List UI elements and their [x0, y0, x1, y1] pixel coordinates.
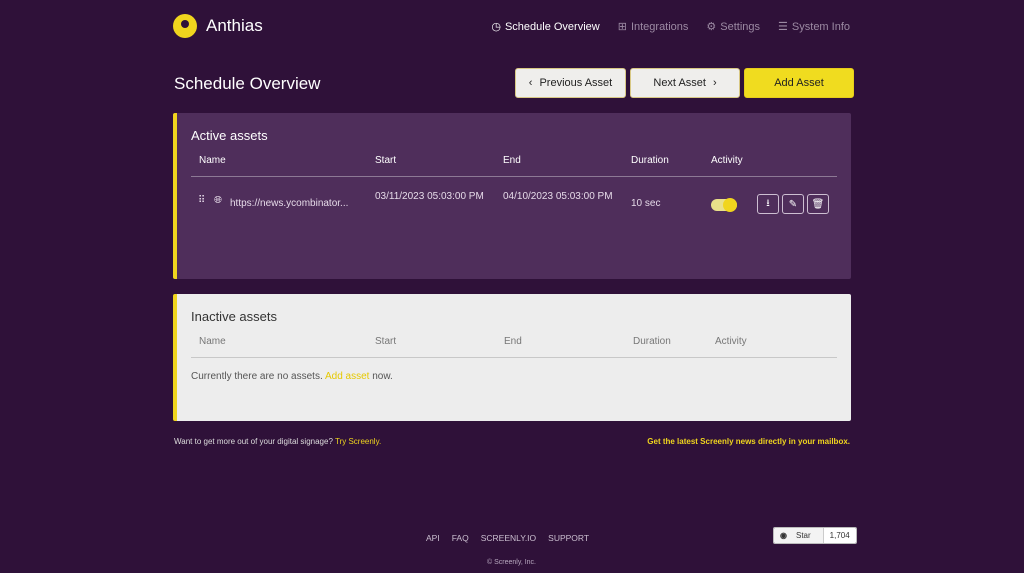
brand-name: Anthias: [206, 16, 263, 35]
button-label: Add Asset: [774, 77, 824, 89]
page-title: Schedule Overview: [174, 74, 321, 93]
download-button[interactable]: ⭳: [757, 194, 779, 214]
previous-asset-button[interactable]: ‹ Previous Asset: [515, 68, 626, 98]
newsletter-link[interactable]: Get the latest Screenly news directly in…: [647, 437, 850, 446]
next-asset-button[interactable]: Next Asset ›: [630, 68, 740, 98]
asset-name: https://news.ycombinator...: [230, 198, 349, 209]
nav-label: System Info: [791, 20, 850, 33]
active-assets-panel: Active assets Name Start End Duration Ac…: [173, 113, 851, 279]
asset-start: 03/11/2023 05:03:00 PM: [375, 191, 484, 202]
table-header: Name Start End Duration Activity: [191, 155, 837, 177]
github-icon: ◉: [780, 531, 787, 540]
nav-schedule-overview[interactable]: ◷ Schedule Overview: [491, 20, 600, 34]
copyright: © Screenly, Inc.: [487, 559, 536, 566]
top-nav: ◷ Schedule Overview ⊞ Integrations ⚙ Settin…: [491, 20, 850, 34]
col-name: Name: [199, 336, 226, 347]
col-activity: Activity: [711, 155, 743, 166]
col-start: Start: [375, 155, 397, 166]
inactive-assets-panel: Inactive assets Name Start End Duration …: [173, 294, 851, 421]
table-row: ⠿ 🌐︎ https://news.ycombinator... 03/11/2…: [191, 185, 837, 225]
asset-end: 04/10/2023 05:03:00 PM: [503, 191, 613, 202]
col-end: End: [503, 155, 521, 166]
panel-title: Active assets: [191, 128, 268, 143]
empty-text: Currently there are no assets.: [191, 371, 323, 382]
star-label: Star: [789, 531, 817, 540]
footer-link-faq[interactable]: FAQ: [452, 533, 469, 543]
github-star-button[interactable]: ◉ Star 1,704: [773, 527, 857, 544]
add-asset-button[interactable]: Add Asset: [744, 68, 854, 98]
delete-button[interactable]: 🗑︎: [807, 194, 829, 214]
anthias-logo-icon: [173, 14, 197, 38]
footer-link-api[interactable]: API: [426, 533, 440, 543]
empty-message: Currently there are no assets. Add asset…: [191, 371, 393, 382]
button-label: Next Asset: [653, 77, 706, 89]
drag-handle-icon[interactable]: ⠿: [198, 195, 205, 206]
empty-text-end: now.: [372, 371, 393, 382]
gear-icon: ⚙: [706, 21, 717, 33]
promo-label: Want to get more out of your digital sig…: [174, 437, 333, 446]
github-star[interactable]: ◉ Star: [774, 528, 823, 543]
plus-square-icon: ⊞: [617, 21, 627, 33]
pencil-icon: ✎: [788, 198, 798, 210]
nav-label: Integrations: [630, 20, 689, 33]
try-screenly-link[interactable]: Try Screenly.: [335, 437, 381, 446]
chevron-left-icon: ‹: [528, 77, 533, 89]
clock-icon: ◷: [491, 21, 501, 33]
brand-logo[interactable]: Anthias: [173, 14, 263, 38]
col-name: Name: [199, 155, 226, 166]
footer-links: API FAQ SCREENLY.IO SUPPORT: [426, 533, 589, 543]
activity-toggle[interactable]: [711, 198, 737, 212]
nav-label: Schedule Overview: [504, 20, 600, 33]
chevron-right-icon: ›: [712, 77, 717, 89]
list-icon: ☰: [778, 21, 788, 33]
add-asset-link[interactable]: Add asset: [325, 371, 369, 382]
footer-link-support[interactable]: SUPPORT: [548, 533, 589, 543]
col-duration: Duration: [633, 336, 671, 347]
trash-icon: 🗑︎: [811, 198, 825, 210]
globe-icon: 🌐︎: [214, 195, 222, 206]
download-icon: ⭳: [766, 197, 770, 209]
col-duration: Duration: [631, 155, 669, 166]
edit-button[interactable]: ✎: [782, 194, 804, 214]
nav-integrations[interactable]: ⊞ Integrations: [617, 20, 689, 34]
col-start: Start: [375, 336, 397, 347]
asset-duration: 10 sec: [631, 198, 661, 209]
nav-system-info[interactable]: ☰ System Info: [778, 20, 850, 34]
col-end: End: [504, 336, 522, 347]
footer-link-screenly-io[interactable]: SCREENLY.IO: [481, 533, 536, 543]
table-header: Name Start End Duration Activity: [191, 336, 837, 358]
panel-title: Inactive assets: [191, 309, 277, 324]
nav-settings[interactable]: ⚙ Settings: [706, 20, 761, 34]
col-activity: Activity: [715, 336, 747, 347]
star-count[interactable]: 1,704: [822, 528, 856, 543]
nav-label: Settings: [720, 20, 761, 33]
promo-text: Want to get more out of your digital sig…: [174, 437, 381, 446]
button-label: Previous Asset: [539, 77, 613, 89]
